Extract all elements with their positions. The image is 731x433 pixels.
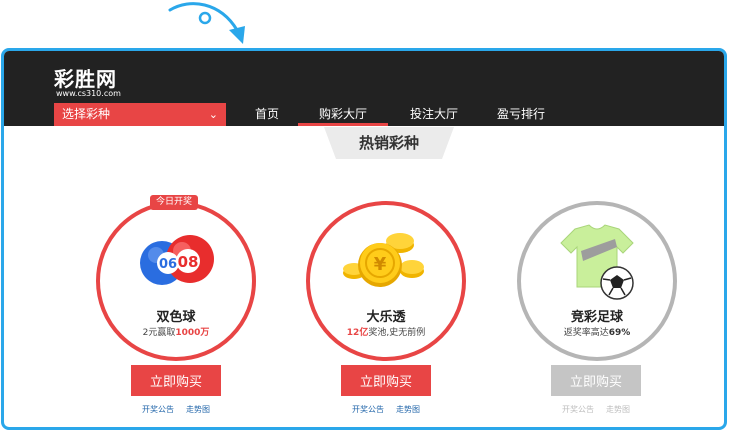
desc-highlight: 1000万 bbox=[175, 328, 210, 338]
lottery-balls-icon: 06 08 bbox=[140, 235, 214, 285]
card-jingcai-football[interactable]: 竞彩足球 返奖率高达69% bbox=[517, 201, 677, 366]
desc-text-after: 奖池,史无前例 bbox=[368, 328, 426, 338]
trend-chart-link[interactable]: 走势图 bbox=[186, 404, 210, 415]
lottery-type-selector[interactable]: 选择彩种 ⌄ bbox=[54, 103, 226, 126]
card-description: 12亿奖池,史无前例 bbox=[306, 325, 466, 338]
gold-coins-icon: ¥ bbox=[343, 233, 424, 287]
site-url: www.cs310.com bbox=[56, 89, 121, 98]
nav-profit-ranking[interactable]: 盈亏排行 bbox=[491, 103, 551, 126]
section-title: 热销彩种 bbox=[358, 134, 419, 152]
card-name: 竞彩足球 bbox=[570, 310, 623, 325]
nav-home[interactable]: 首页 bbox=[252, 103, 282, 126]
svg-text:¥: ¥ bbox=[374, 254, 387, 275]
card-daletou[interactable]: ¥ 大乐透 12亿奖池,史无前例 bbox=[306, 201, 466, 366]
nav-lottery-hall[interactable]: 购彩大厅 bbox=[298, 103, 388, 126]
buy-button-jingcai[interactable]: 立即购买 bbox=[551, 365, 641, 396]
desc-highlight: 69% bbox=[608, 328, 631, 338]
pointer-arrow-icon bbox=[168, 2, 245, 44]
desc-highlight: 12亿 bbox=[346, 328, 369, 338]
draw-notice-link[interactable]: 开奖公告 bbox=[562, 404, 594, 415]
buy-button-daletou[interactable]: 立即购买 bbox=[341, 365, 431, 396]
card-name: 大乐透 bbox=[366, 310, 406, 325]
nav-betting-hall[interactable]: 投注大厅 bbox=[404, 103, 464, 126]
ball-number-red: 08 bbox=[178, 253, 199, 271]
trend-chart-link[interactable]: 走势图 bbox=[396, 404, 420, 415]
trend-chart-link[interactable]: 走势图 bbox=[606, 404, 630, 415]
chevron-down-icon: ⌄ bbox=[208, 108, 218, 121]
desc-text: 2元赢取 bbox=[142, 328, 176, 338]
desc-text: 返奖率高达 bbox=[563, 328, 609, 338]
draw-notice-link[interactable]: 开奖公告 bbox=[352, 404, 384, 415]
today-draw-badge: 今日开奖 bbox=[150, 195, 199, 210]
draw-notice-link[interactable]: 开奖公告 bbox=[142, 404, 174, 415]
site-header: 彩胜网 www.cs310.com 选择彩种 ⌄ 首页 购彩大厅 投注大厅 盈亏… bbox=[4, 51, 724, 126]
buy-button-shuangseqiu[interactable]: 立即购买 bbox=[131, 365, 221, 396]
main-panel: 彩胜网 www.cs310.com 选择彩种 ⌄ 首页 购彩大厅 投注大厅 盈亏… bbox=[1, 48, 727, 430]
selector-label: 选择彩种 bbox=[62, 107, 111, 121]
card-description: 2元赢取1000万 bbox=[96, 325, 256, 338]
card-description: 返奖率高达69% bbox=[517, 325, 677, 338]
jersey-football-icon bbox=[560, 224, 634, 300]
ball-number-blue: 06 bbox=[159, 257, 177, 272]
site-logo[interactable]: 彩胜网 bbox=[54, 63, 117, 92]
card-shuangseqiu[interactable]: 今日开奖 06 08 双色球 2元赢取1000万 bbox=[96, 195, 256, 366]
card-name: 双色球 bbox=[156, 310, 196, 325]
section-title-tab: 热销彩种 bbox=[324, 127, 454, 159]
